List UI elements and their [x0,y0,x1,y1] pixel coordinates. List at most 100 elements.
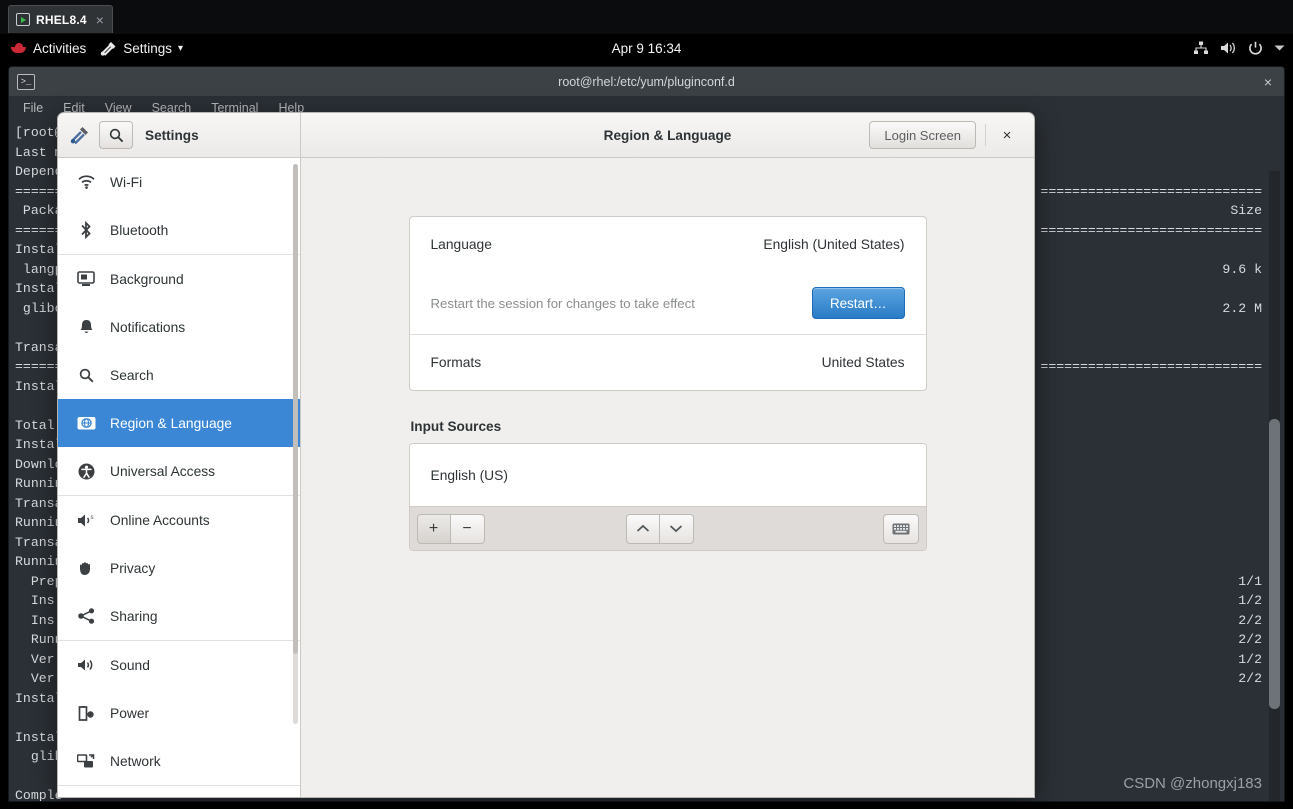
vm-tab-rhel[interactable]: RHEL8.4 × [8,5,113,33]
reorder-buttons [625,513,694,544]
sidebar-item-label: Online Accounts [110,512,210,528]
sidebar-item-wi-fi[interactable]: Wi-Fi [58,158,300,206]
language-label: Language [430,237,492,252]
tools-icon [70,126,90,145]
wifi-icon [76,175,96,189]
accessibility-icon [76,463,96,480]
sidebar-item-sound[interactable]: Sound [58,641,300,689]
sidebar-item-label: Power [110,705,150,721]
restart-button[interactable]: Restart… [811,287,905,319]
move-up-button[interactable] [625,513,660,544]
sidebar-divider [58,785,300,786]
network-icon [76,753,96,769]
search-button[interactable] [99,121,133,149]
language-card: Language English (United States) Restart… [408,216,927,391]
sidebar-item-label: Wi-Fi [110,174,143,190]
add-input-source-button[interactable]: + [416,513,451,544]
sidebar-item-label: Region & Language [110,415,232,431]
keyboard-icon [892,523,909,534]
input-sources-label: Input Sources [410,419,502,434]
region-language-icon [76,416,96,431]
search-icon [76,368,96,383]
language-row[interactable]: Language English (United States) [410,217,926,272]
sidebar-item-label: Search [110,367,154,383]
search-icon [109,128,123,142]
keyboard-layout-button[interactable] [882,513,919,544]
terminal-scrollbar-thumb[interactable] [1269,419,1280,709]
battery-icon [76,705,96,722]
close-icon[interactable]: × [1264,74,1272,90]
screen: RHEL8.4 × Activities Settings ▾ Apr 9 16… [0,0,1293,809]
header-divider [985,124,986,146]
settings-title-bar: Region & Language Login Screen × [301,113,1034,158]
sidebar-item-bluetooth[interactable]: Bluetooth [58,206,300,254]
chevron-up-icon [636,524,649,532]
bluetooth-icon [76,221,96,239]
gnome-top-bar: Activities Settings ▾ Apr 9 16:34 [0,34,1293,62]
sidebar-item-region-language[interactable]: Region & Language [58,399,300,447]
network-icon [1193,41,1209,55]
sidebar-item-universal-access[interactable]: Universal Access [58,447,300,495]
terminal-output-left: [root@ Last m Depend ====== Packa ======… [15,125,63,802]
svg-text:s: s [91,515,94,521]
terminal-title: root@rhel:/etc/yum/pluginconf.d [558,74,735,89]
app-menu-settings[interactable]: Settings ▾ [100,41,183,56]
hand-icon [76,560,96,576]
sidebar-item-privacy[interactable]: Privacy [58,544,300,592]
sidebar-item-label: Privacy [110,560,156,576]
input-sources-toolbar: + − [409,506,926,550]
input-sources-card: English (US) + − [408,443,927,551]
settings-sidebar-heading: Settings [145,127,199,143]
formats-row[interactable]: Formats United States [410,335,926,390]
sidebar-scrollbar-thumb[interactable] [293,164,298,654]
menu-file[interactable]: File [23,101,43,115]
restart-note: Restart the session for changes to take … [430,295,695,311]
online-accounts-icon: s [76,513,96,528]
vm-tab-label: RHEL8.4 [36,12,87,27]
sidebar-item-sharing[interactable]: Sharing [58,592,300,640]
top-bar-left: Activities Settings ▾ [0,41,183,56]
settings-content: Language English (United States) Restart… [301,158,1034,797]
sidebar-item-label: Notifications [110,319,186,335]
input-source-item[interactable]: English (US) [409,444,926,506]
sidebar-item-label: Sound [110,657,150,673]
clock: Apr 9 16:34 [611,40,682,56]
sound-icon [76,658,96,672]
restart-row: Restart the session for changes to take … [410,272,926,334]
settings-body: Wi-Fi Bluetooth Background Notifications Sea… [58,158,1034,797]
close-icon[interactable]: × [996,124,1018,146]
chevron-down-icon [669,525,683,533]
sidebar-item-online-accounts[interactable]: s Online Accounts [58,496,300,544]
settings-header: Settings Region & Language Login Screen … [58,113,1034,158]
language-value: English (United States) [763,237,905,252]
sidebar-item-network[interactable]: Network [58,737,300,785]
activities-label: Activities [33,40,87,56]
watermark: CSDN @zhongxj183 [1123,774,1262,792]
background-icon [76,271,96,287]
app-menu-label: Settings [123,40,173,56]
sidebar-item-power[interactable]: Power [58,689,300,737]
sidebar-item-background[interactable]: Background [58,255,300,303]
sidebar-item-label: Background [110,271,184,287]
chevron-down-icon[interactable] [1274,44,1285,52]
remove-input-source-button[interactable]: − [450,513,485,544]
vm-tab-bar: RHEL8.4 × [0,0,1293,34]
system-status-area[interactable] [1193,41,1285,56]
move-down-button[interactable] [659,513,694,544]
sidebar-item-label: Sharing [110,608,158,624]
chevron-down-icon: ▾ [178,42,184,54]
formats-value: United States [821,355,905,370]
close-icon[interactable]: × [96,13,104,27]
login-screen-button[interactable]: Login Screen [869,121,976,149]
sidebar-item-notifications[interactable]: Notifications [58,303,300,351]
sidebar-item-search[interactable]: Search [58,351,300,399]
volume-icon [1220,41,1237,55]
formats-label: Formats [430,355,482,370]
settings-window: Settings Region & Language Login Screen … [57,112,1035,798]
sidebar-item-label: Bluetooth [110,222,169,238]
terminal-title-bar: >_ root@rhel:/etc/yum/pluginconf.d × [9,67,1284,97]
terminal-output-right: ============================ Size ======… [1040,183,1262,687]
share-icon [76,608,96,624]
activities-button[interactable]: Activities [10,41,86,56]
settings-sidebar[interactable]: Wi-Fi Bluetooth Background Notifications Sea… [58,158,301,797]
